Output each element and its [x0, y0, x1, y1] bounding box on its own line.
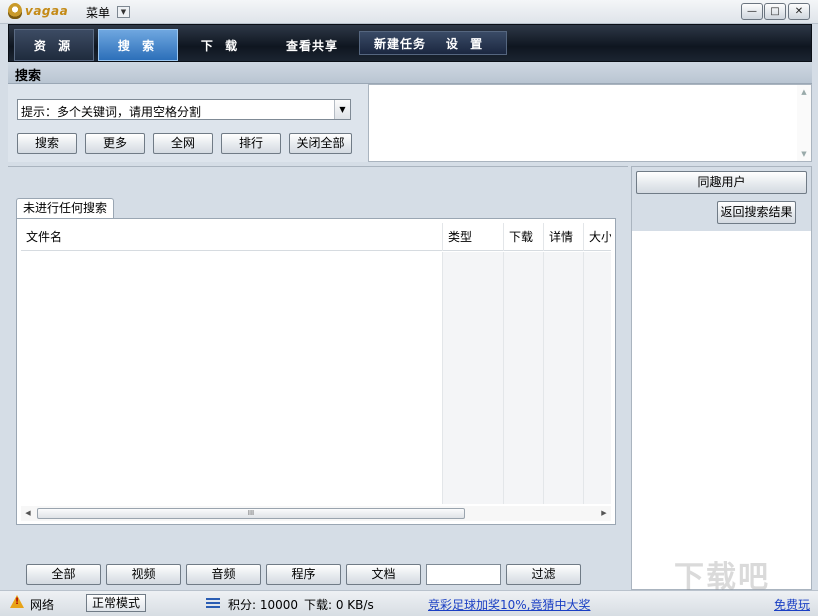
stats-icon [206, 598, 220, 608]
new-task-button[interactable]: 新建任务 [365, 31, 435, 55]
column-body-type [442, 252, 503, 504]
filter-bar: 全部 视频 音频 程序 文档 过滤 [8, 559, 628, 589]
mode-button[interactable]: 正常模式 [86, 594, 146, 612]
maximize-button[interactable]: □ [764, 3, 786, 20]
search-result-tab[interactable]: 未进行任何搜索 [16, 198, 114, 219]
section-header: 搜索 [8, 62, 812, 84]
filter-document-button[interactable]: 文档 [346, 564, 421, 585]
main-menu-label[interactable]: 菜单 [86, 4, 110, 21]
warning-mark: ! [15, 597, 20, 607]
combobox-arrow-icon[interactable]: ▼ [334, 100, 350, 119]
column-header-filename[interactable]: 文件名 [21, 223, 442, 251]
column-body-downloads [503, 252, 543, 504]
scrollbar-thumb[interactable]: III [37, 508, 465, 519]
download-speed-readout: 下载: 0 KB/s [304, 598, 374, 612]
promo-link[interactable]: 竞彩足球加奖10%,竟猜中大奖 [428, 596, 591, 613]
results-pane: 未进行任何搜索 文件名 类型 下载 详情 大小 ◀ III ▶ 全部 视频 音频… [8, 166, 628, 590]
scroll-up-icon[interactable]: ▲ [797, 86, 811, 98]
ranking-button[interactable]: 排行 [221, 133, 281, 154]
column-header-downloads[interactable]: 下载 [503, 223, 543, 251]
search-button[interactable]: 搜索 [17, 133, 77, 154]
filter-apply-button[interactable]: 过滤 [506, 564, 581, 585]
back-to-results-button[interactable]: 返回搜索结果 [717, 201, 796, 224]
search-combobox-value[interactable]: 提示：多个关键词，请用空格分割 [21, 103, 201, 120]
scroll-right-icon[interactable]: ▶ [597, 506, 611, 521]
results-table[interactable]: 文件名 类型 下载 详情 大小 ◀ III ▶ [16, 218, 616, 525]
free-play-link[interactable]: 免费玩 [774, 596, 810, 613]
similar-users-header: 同趣用户 返回搜索结果 [632, 167, 811, 231]
column-body-size [583, 252, 611, 504]
search-keyword-combobox[interactable]: 提示：多个关键词，请用空格分割 ▼ [17, 99, 351, 120]
vagaa-logo-icon [8, 3, 22, 19]
menu-dropdown-icon[interactable]: ▼ [117, 6, 130, 18]
main-navigation: 资 源 搜 索 下 载 查看共享 新建任务 设 置 [8, 24, 812, 62]
filter-text-input[interactable] [426, 564, 501, 585]
column-header-size[interactable]: 大小 [583, 223, 611, 251]
more-button[interactable]: 更多 [85, 133, 145, 154]
filter-program-button[interactable]: 程序 [266, 564, 341, 585]
close-all-button[interactable]: 关闭全部 [289, 133, 352, 154]
similar-users-button[interactable]: 同趣用户 [636, 171, 807, 194]
tab-view-shares[interactable]: 查看共享 [267, 29, 357, 61]
results-table-header: 文件名 类型 下载 详情 大小 [21, 223, 611, 251]
search-panel: 提示：多个关键词，请用空格分割 ▼ 搜索 更多 全网 排行 关闭全部 [8, 84, 368, 162]
scroll-left-icon[interactable]: ◀ [21, 506, 35, 521]
whole-network-button[interactable]: 全网 [153, 133, 213, 154]
app-logo: vagaa [8, 3, 68, 19]
scroll-down-icon[interactable]: ▼ [797, 148, 811, 160]
tab-download[interactable]: 下 载 [181, 29, 261, 61]
network-status[interactable]: 网络 [30, 596, 54, 613]
similar-users-panel: 同趣用户 返回搜索结果 [631, 166, 812, 590]
filter-video-button[interactable]: 视频 [106, 564, 181, 585]
settings-button[interactable]: 设 置 [441, 31, 491, 55]
results-horizontal-scrollbar[interactable]: ◀ III ▶ [21, 506, 611, 521]
filter-audio-button[interactable]: 音频 [186, 564, 261, 585]
column-header-details[interactable]: 详情 [543, 223, 583, 251]
minimize-button[interactable]: — [741, 3, 763, 20]
tab-resources[interactable]: 资 源 [14, 29, 94, 61]
close-button[interactable]: ✕ [788, 3, 810, 20]
column-header-type[interactable]: 类型 [442, 223, 503, 251]
title-bar: vagaa 菜单 ▼ — □ ✕ [0, 0, 818, 24]
column-body-details [543, 252, 583, 504]
points-readout: 积分: 10000 [228, 598, 299, 612]
logo-text: vagaa [25, 4, 69, 18]
status-bar: ! 网络 正常模式 积分: 10000 下载: 0 KB/s 竞彩足球加奖10%… [0, 590, 818, 616]
filter-all-button[interactable]: 全部 [26, 564, 101, 585]
info-box-scrollbar[interactable]: ▲ ▼ [797, 85, 811, 161]
tab-search[interactable]: 搜 索 [98, 29, 178, 61]
search-info-box[interactable]: ▲ ▼ [368, 84, 812, 162]
section-title: 搜索 [15, 69, 42, 84]
